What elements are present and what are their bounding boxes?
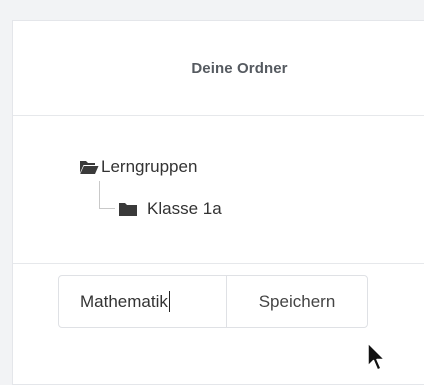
panel-header: Deine Ordner [13, 21, 424, 116]
tree-item-label: Lerngruppen [101, 157, 198, 176]
panel-title: Deine Ordner [191, 59, 288, 77]
save-button[interactable]: Speichern [227, 276, 367, 327]
tree-item-klasse-1a[interactable]: Klasse 1a [118, 198, 222, 220]
tree-item-label: Klasse 1a [147, 199, 222, 218]
mouse-pointer-icon [366, 342, 388, 376]
folder-name-input[interactable]: Mathematik [59, 276, 227, 327]
tree-connector-line [99, 181, 115, 209]
folder-open-icon [79, 159, 99, 175]
folder-panel: Deine Ordner Lerngruppen Klasse 1a [12, 20, 424, 385]
folder-tree: Lerngruppen Klasse 1a [13, 116, 424, 264]
tree-item-lerngruppen[interactable]: Lerngruppen [79, 156, 197, 178]
text-caret [168, 291, 170, 312]
new-folder-form: Mathematik Speichern [58, 275, 368, 328]
folder-icon [118, 201, 138, 217]
folder-name-value: Mathematik [80, 291, 168, 311]
